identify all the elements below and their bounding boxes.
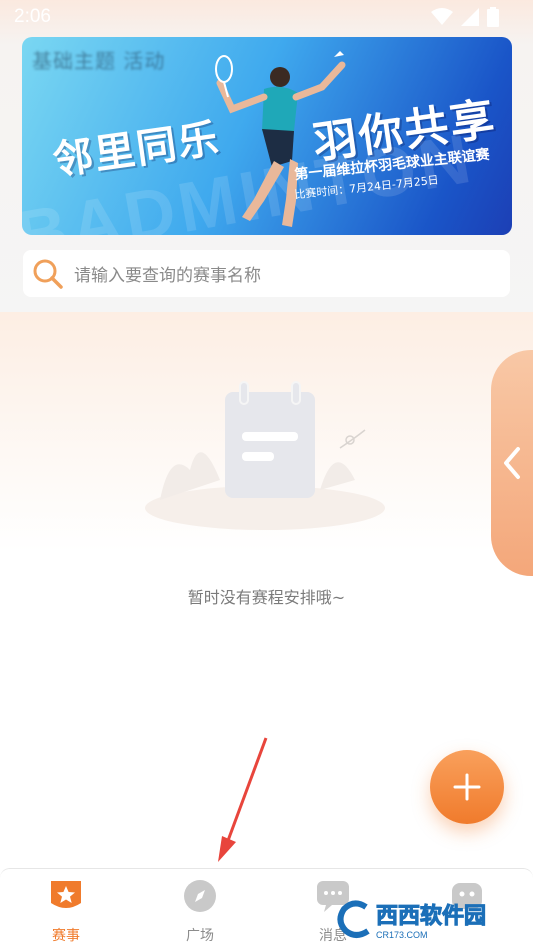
search-bar[interactable]: 请输入要查询的赛事名称 bbox=[23, 250, 510, 297]
tab-plaza[interactable]: 广场 bbox=[155, 877, 245, 945]
empty-state-message: 暂时没有赛程安排哦~ bbox=[187, 588, 346, 607]
status-icons bbox=[431, 7, 499, 27]
chevron-left-icon bbox=[504, 447, 520, 479]
banner-logo-text: 基础主题 活动 bbox=[32, 49, 166, 73]
search-icon bbox=[33, 259, 63, 289]
tab-plaza-label: 广场 bbox=[186, 928, 214, 944]
promo-banner[interactable]: 基础主题 活动 BADMINTON 邻里同乐 羽你共享 第一届维拉杯羽毛球业主联… bbox=[22, 37, 512, 235]
add-event-button[interactable] bbox=[430, 750, 504, 824]
side-drawer-tab[interactable] bbox=[491, 350, 533, 576]
tab-events-label: 赛事 bbox=[52, 928, 80, 944]
search-placeholder[interactable]: 请输入要查询的赛事名称 bbox=[74, 261, 261, 286]
signal-icon bbox=[461, 8, 479, 26]
battery-icon bbox=[487, 7, 499, 27]
watermark-domain: CR173.COM bbox=[376, 930, 428, 940]
site-watermark: 西西软件园 CR173.COM bbox=[336, 896, 526, 942]
wifi-icon bbox=[431, 8, 453, 25]
watermark-text: 西西软件园 bbox=[375, 903, 487, 929]
status-time: 2:06 bbox=[14, 6, 51, 27]
compass-icon bbox=[184, 880, 216, 912]
watermark-logo-icon bbox=[337, 900, 370, 938]
tab-events[interactable]: 赛事 bbox=[21, 877, 111, 945]
star-badge-icon bbox=[51, 881, 81, 908]
plus-icon bbox=[453, 773, 481, 801]
status-bar: 2:06 bbox=[0, 0, 533, 34]
empty-schedule-illustration bbox=[145, 381, 385, 530]
